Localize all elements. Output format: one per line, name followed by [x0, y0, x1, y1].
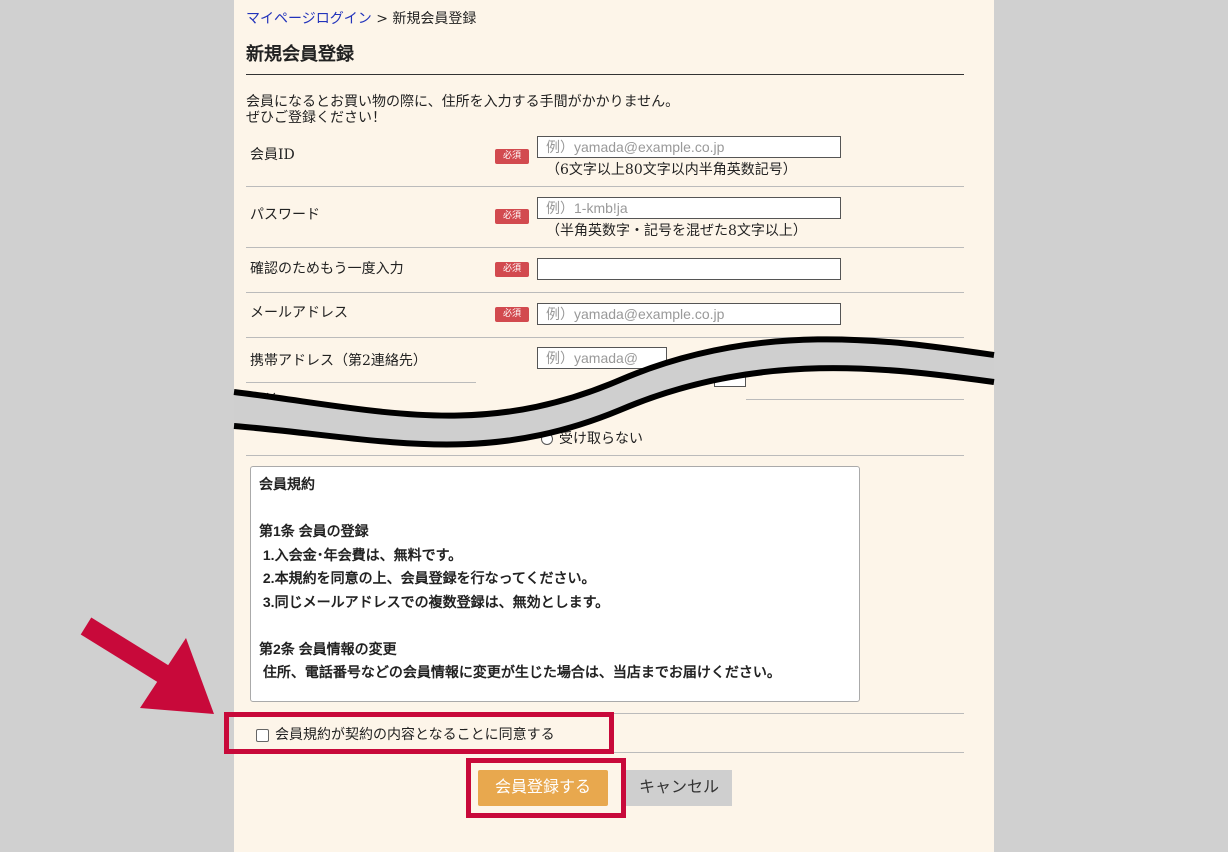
- arrow-icon: [80, 617, 214, 714]
